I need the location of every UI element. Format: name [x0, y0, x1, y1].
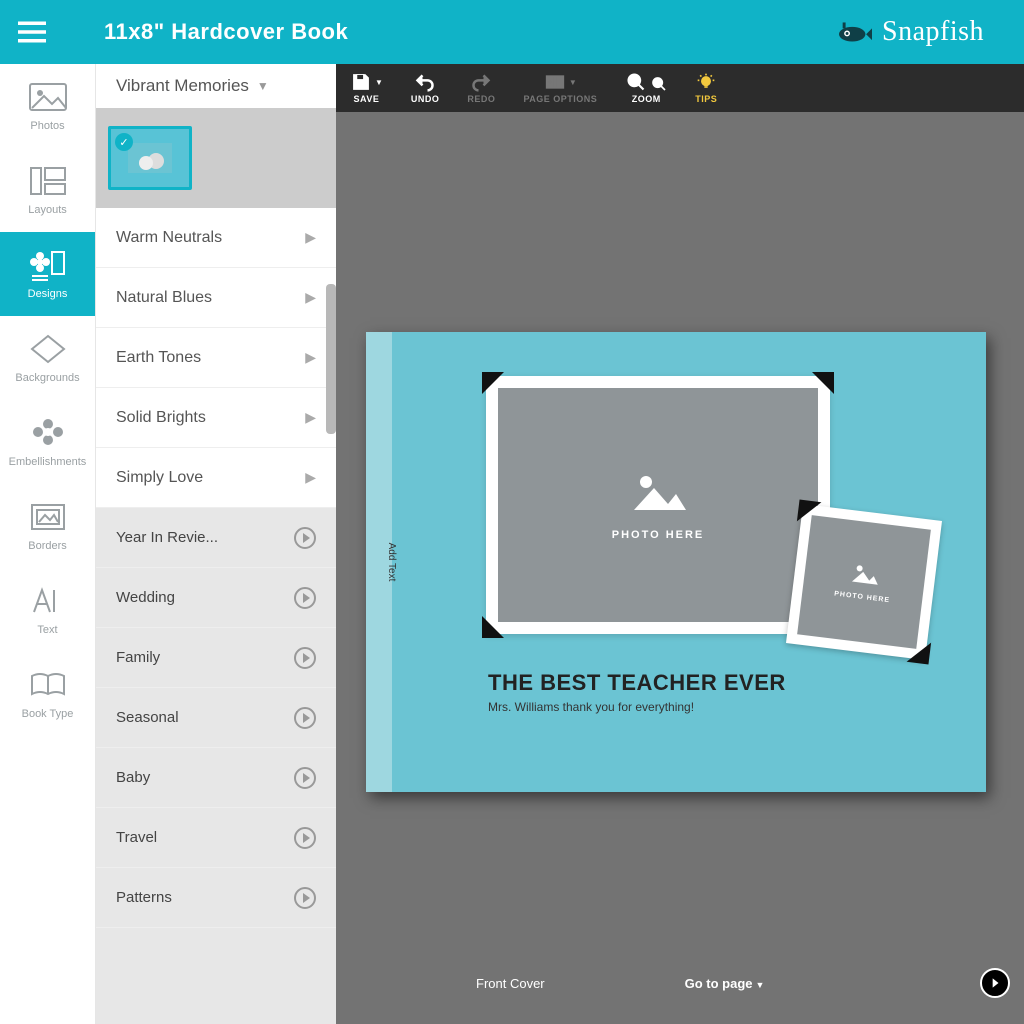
- subtheme-warm-neutrals[interactable]: Warm Neutrals▶: [96, 208, 336, 268]
- chevron-right-icon: ▶: [305, 469, 316, 486]
- book-subtitle-text[interactable]: Mrs. Williams thank you for everything!: [488, 700, 694, 714]
- rail-photos[interactable]: Photos: [0, 64, 95, 148]
- page-indicator: Front Cover: [476, 976, 545, 991]
- app-header: 11x8" Hardcover Book Snapfish: [0, 0, 1024, 64]
- tool-rail: Photos Layouts Designs Backgrounds: [0, 64, 96, 1024]
- book-title-text[interactable]: THE BEST TEACHER EVER: [488, 670, 786, 696]
- designs-icon: [28, 248, 68, 282]
- play-icon: [294, 647, 316, 669]
- panel-scrollbar[interactable]: [326, 284, 336, 434]
- chevron-right-icon: [988, 976, 1002, 990]
- book-spine[interactable]: Add Text: [366, 332, 392, 792]
- product-title: 11x8" Hardcover Book: [104, 19, 348, 45]
- category-wedding[interactable]: Wedding: [96, 568, 336, 628]
- layouts-icon: [28, 164, 68, 198]
- image-placeholder-icon: [628, 470, 688, 519]
- fish-icon: [828, 19, 872, 45]
- category-baby[interactable]: Baby: [96, 748, 336, 808]
- undo-icon: [414, 72, 436, 92]
- photo-here-label: PHOTO HERE: [612, 529, 705, 541]
- save-icon: [350, 72, 372, 92]
- menu-button[interactable]: [0, 18, 64, 46]
- zoom-in-icon: [625, 72, 647, 92]
- rail-backgrounds[interactable]: Backgrounds: [0, 316, 95, 400]
- play-icon: [294, 707, 316, 729]
- subtheme-natural-blues[interactable]: Natural Blues▶: [96, 268, 336, 328]
- play-icon: [294, 887, 316, 909]
- page-options-button[interactable]: ▼ PAGE OPTIONS: [523, 72, 597, 104]
- caret-down-icon: ▼: [257, 79, 269, 93]
- rail-designs[interactable]: Designs: [0, 232, 95, 316]
- theme-list: Warm Neutrals▶ Natural Blues▶ Earth Tone…: [96, 208, 336, 1024]
- lightbulb-icon: [695, 72, 717, 92]
- chevron-right-icon: ▶: [305, 289, 316, 306]
- image-placeholder-icon: [848, 561, 881, 591]
- hamburger-icon: [18, 18, 46, 46]
- zoom-out-icon: [651, 76, 667, 92]
- brand-logo[interactable]: Snapfish: [828, 16, 984, 48]
- category-travel[interactable]: Travel: [96, 808, 336, 868]
- designs-panel: Vibrant Memories ▼ Warm Neutrals▶ Natura…: [96, 64, 336, 1024]
- theme-thumb-row: [96, 108, 336, 208]
- save-button[interactable]: ▼ SAVE: [350, 72, 383, 104]
- embellishments-icon: [28, 416, 68, 450]
- chevron-right-icon: ▶: [305, 349, 316, 366]
- category-patterns[interactable]: Patterns: [96, 868, 336, 928]
- checkmark-icon: [115, 133, 133, 151]
- photo-placeholder-large[interactable]: PHOTO HERE: [486, 376, 830, 634]
- play-icon: [294, 527, 316, 549]
- redo-button[interactable]: REDO: [467, 72, 495, 104]
- category-seasonal[interactable]: Seasonal: [96, 688, 336, 748]
- play-icon: [294, 827, 316, 849]
- next-page-button[interactable]: [980, 968, 1010, 998]
- photo-here-label: PHOTO HERE: [834, 590, 891, 604]
- photo-placeholder-small[interactable]: PHOTO HERE: [786, 504, 942, 660]
- rail-layouts[interactable]: Layouts: [0, 148, 95, 232]
- undo-button[interactable]: UNDO: [411, 72, 440, 104]
- spine-text: Add Text: [386, 543, 397, 582]
- caret-down-icon: ▼: [756, 980, 765, 990]
- theme-name: Vibrant Memories: [116, 76, 249, 96]
- photos-icon: [28, 80, 68, 114]
- redo-icon: [470, 72, 492, 92]
- category-family[interactable]: Family: [96, 628, 336, 688]
- borders-icon: [28, 500, 68, 534]
- theme-selector[interactable]: Vibrant Memories ▼: [96, 64, 336, 108]
- play-icon: [294, 587, 316, 609]
- subtheme-earth-tones[interactable]: Earth Tones▶: [96, 328, 336, 388]
- booktype-icon: [28, 668, 68, 702]
- rail-borders[interactable]: Borders: [0, 484, 95, 568]
- go-to-page-dropdown[interactable]: Go to page▼: [685, 976, 765, 991]
- chevron-right-icon: ▶: [305, 409, 316, 426]
- stage: Add Text PHOTO HERE: [336, 112, 1024, 1024]
- zoom-button[interactable]: ZOOM: [625, 72, 667, 104]
- thumb-preview-icon: [128, 143, 172, 173]
- canvas-area: ▼ SAVE UNDO REDO ▼ PAGE OPTIONS: [336, 64, 1024, 1024]
- editor-toolbar: ▼ SAVE UNDO REDO ▼ PAGE OPTIONS: [336, 64, 1024, 112]
- caret-down-icon: ▼: [569, 78, 577, 87]
- caret-down-icon: ▼: [375, 78, 383, 87]
- chevron-right-icon: ▶: [305, 229, 316, 246]
- theme-thumbnail-selected[interactable]: [108, 126, 192, 190]
- category-year-in-review[interactable]: Year In Revie...: [96, 508, 336, 568]
- text-icon: [28, 584, 68, 618]
- backgrounds-icon: [28, 332, 68, 366]
- play-icon: [294, 767, 316, 789]
- rail-booktype[interactable]: Book Type: [0, 652, 95, 736]
- page-options-icon: [544, 72, 566, 92]
- book-cover[interactable]: Add Text PHOTO HERE: [366, 332, 986, 792]
- rail-embellishments[interactable]: Embellishments: [0, 400, 95, 484]
- brand-name: Snapfish: [882, 16, 984, 48]
- tips-button[interactable]: TIPS: [695, 72, 717, 104]
- page-navigation: Front Cover Go to page▼: [336, 968, 1024, 998]
- rail-text[interactable]: Text: [0, 568, 95, 652]
- subtheme-simply-love[interactable]: Simply Love▶: [96, 448, 336, 508]
- subtheme-solid-brights[interactable]: Solid Brights▶: [96, 388, 336, 448]
